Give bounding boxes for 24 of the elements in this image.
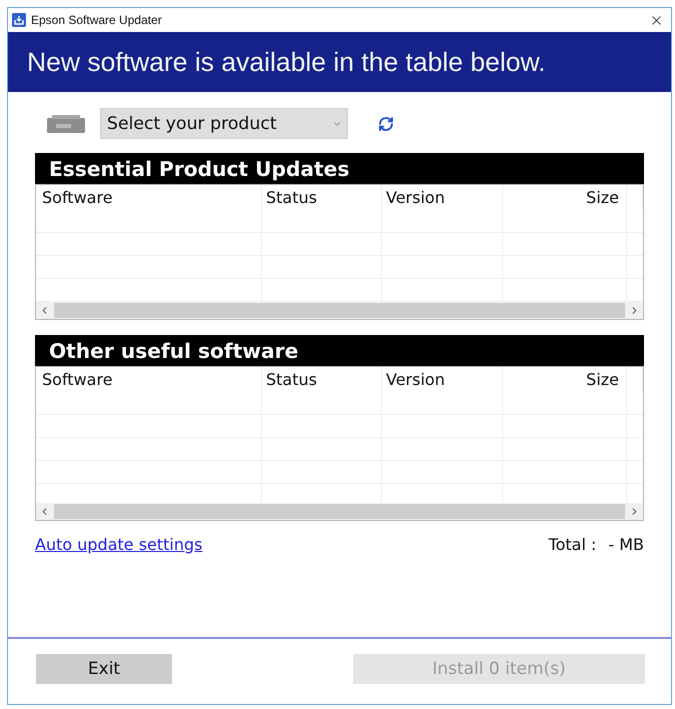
horizontal-scrollbar[interactable] <box>36 302 643 319</box>
section-header: Essential Product Updates <box>35 153 644 184</box>
scrollbar-thumb[interactable] <box>54 504 625 519</box>
total-label: Total : <box>548 534 596 554</box>
total-value: - MB <box>608 534 644 554</box>
product-dropdown[interactable]: Select your product <box>100 108 348 139</box>
header-banner: New software is available in the table below. <box>8 32 671 92</box>
column-header: Software <box>36 185 262 210</box>
column-header: Version <box>382 185 503 210</box>
exit-button[interactable]: Exit <box>36 654 172 684</box>
horizontal-scrollbar[interactable] <box>36 503 643 520</box>
column-header: Status <box>262 185 382 210</box>
section-header: Other useful software <box>35 335 644 366</box>
column-header: Size <box>503 185 627 210</box>
column-header: Status <box>262 367 382 392</box>
scrollbar-thumb[interactable] <box>54 303 625 318</box>
column-header: Size <box>503 367 627 392</box>
app-icon <box>12 13 26 27</box>
refresh-icon[interactable] <box>378 116 394 132</box>
printer-icon <box>47 114 85 132</box>
window-title: Epson Software Updater <box>31 13 163 27</box>
column-header: Version <box>382 367 503 392</box>
auto-update-settings-link[interactable]: Auto update settings <box>35 534 202 554</box>
column-header: Software <box>36 367 262 392</box>
